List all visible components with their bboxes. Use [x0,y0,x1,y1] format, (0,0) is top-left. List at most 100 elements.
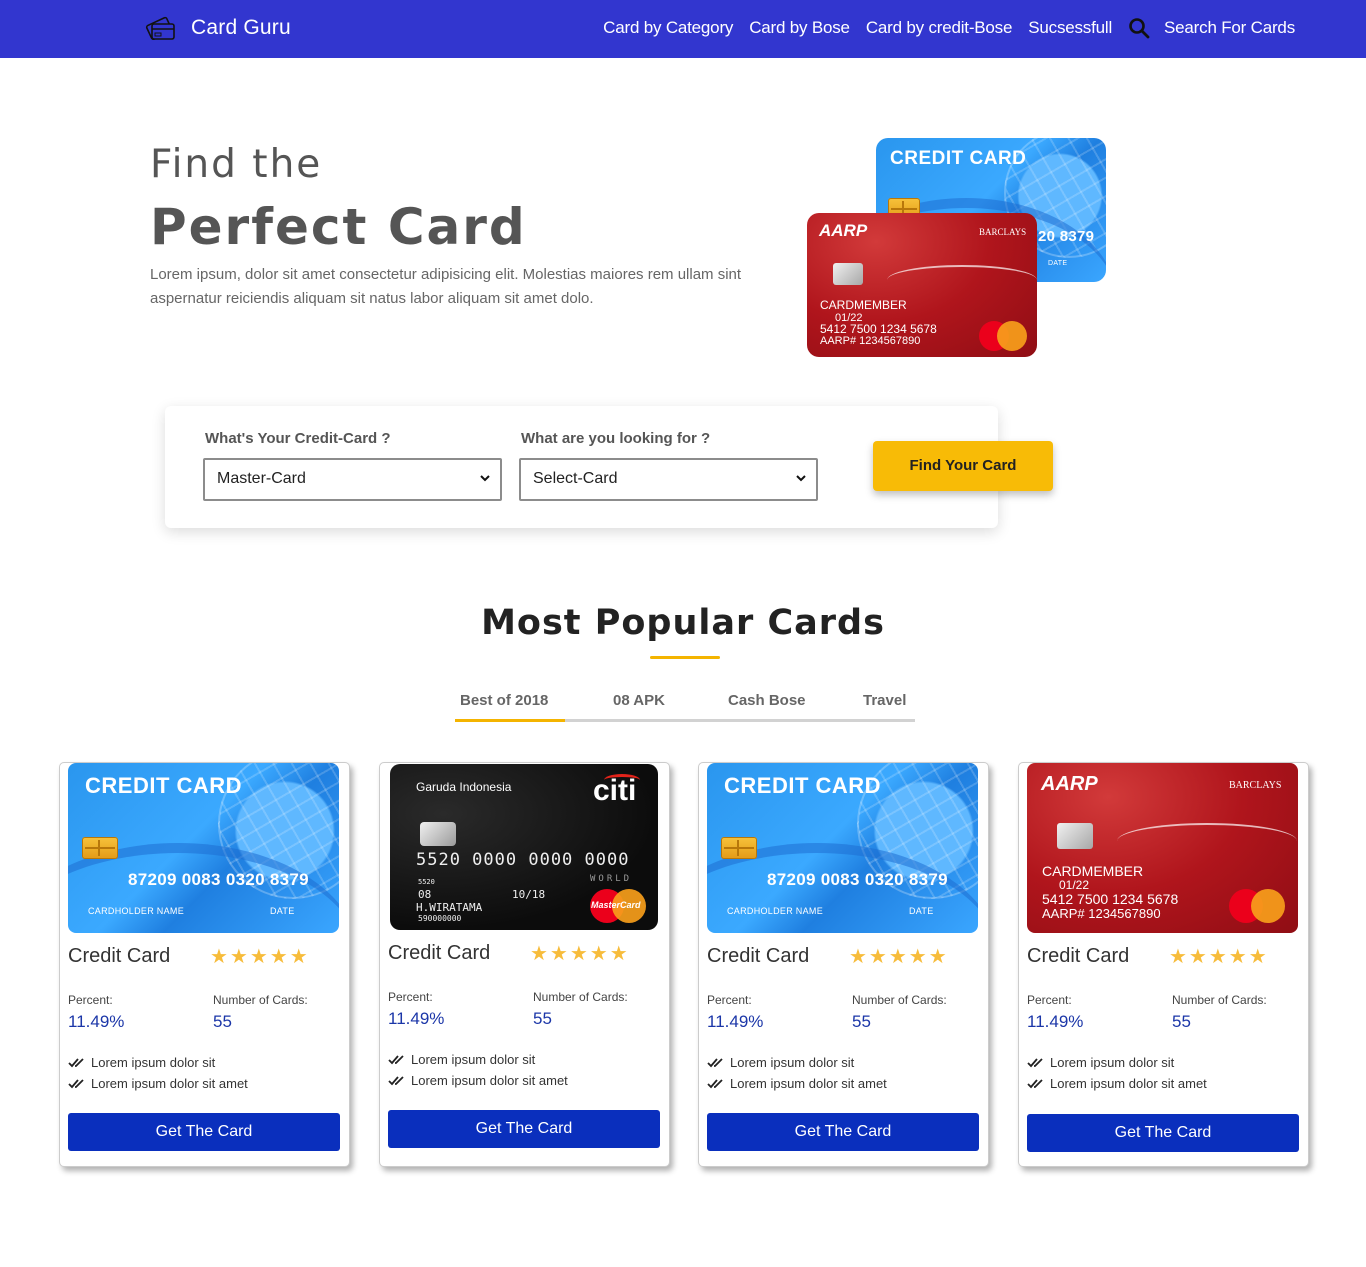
get-the-card-button[interactable]: Get The Card [388,1110,660,1148]
tab-best-of-2018[interactable]: Best of 2018 [460,692,548,709]
feature-item: Lorem ipsum dolor sit amet [68,1076,248,1091]
citi-logo: citi [593,774,637,807]
card-chip [1057,823,1093,849]
card-title: CREDIT CARD [724,773,882,798]
date-label: DATE [909,906,934,916]
card-name: Credit Card [1027,945,1130,967]
card-number: 87209 0083 0320 8379 [128,870,309,889]
blue-credit-card-image: CREDIT CARD 87209 0083 0320 8379 CARDHOL… [707,763,978,933]
feature-text: Lorem ipsum dolor sit amet [730,1076,887,1091]
cardholder-label: CARDHOLDER NAME [727,906,824,916]
gff-number: 590000000 [418,914,462,923]
percent-label: Percent: [68,993,113,1007]
category-tabs: Best of 2018 08 APK Cash Bose Travel [455,690,915,722]
looking-for-label: What are you looking for ? [521,430,711,447]
tab-08-apk[interactable]: 08 APK [613,692,665,709]
double-check-icon [1027,1058,1043,1068]
feature-text: Lorem ipsum dolor sit [411,1052,536,1067]
mastercard-logo [979,321,1029,351]
chevron-down-icon [796,475,806,482]
double-check-icon [388,1055,404,1065]
card-logo-icon [145,16,175,41]
percent-label: Percent: [388,990,433,1004]
find-your-card-button[interactable]: Find Your Card [873,441,1053,491]
card-name: Credit Card [388,942,491,964]
hero-red-aarp-card-image: AARP BARCLAYS CARDMEMBER 01/22 5412 7500… [807,213,1037,357]
brand-name: Card Guru [191,16,291,39]
brand-logo[interactable]: Card Guru [145,12,291,44]
count-value: 55 [213,1012,232,1031]
get-the-card-button[interactable]: Get The Card [1027,1114,1299,1152]
card-chip [833,263,863,285]
tab-travel[interactable]: Travel [863,692,906,709]
date-label: DATE [270,906,295,916]
count-label: Number of Cards: [533,990,628,1004]
barclays-logo: BARCLAYS [1229,780,1282,791]
hero-title-line1: Find the [150,142,323,187]
double-check-icon [68,1058,84,1068]
title-underline [650,656,720,659]
nav-card-by-credit-bose[interactable]: Card by credit-Bose [866,18,1013,38]
feature-item: Lorem ipsum dolor sit [388,1052,535,1067]
feature-text: Lorem ipsum dolor sit amet [1050,1076,1207,1091]
percent-label: Percent: [1027,993,1072,1007]
aarp-number: AARP# 1234567890 [1042,906,1161,921]
section-title: Most Popular Cards [481,603,885,643]
looking-for-value: Select-Card [533,470,618,487]
nav-search-for-cards[interactable]: Search For Cards [1164,18,1295,38]
cardmember-label: CARDMEMBER [820,298,907,312]
citi-garuda-card-image: Garuda Indonesia citi 5520 0000 0000 000… [390,764,658,930]
card-title: CREDIT CARD [890,148,1027,169]
red-aarp-card-image: AARP BARCLAYS CARDMEMBER 01/22 5412 7500… [1027,763,1298,933]
card-chip [721,837,757,859]
mastercard-text: MasterCard [591,900,641,910]
star-rating: ★★★★★ [849,946,949,968]
nav-card-by-bose[interactable]: Card by Bose [749,18,850,38]
count-value: 55 [1172,1012,1191,1031]
feature-text: Lorem ipsum dolor sit amet [411,1073,568,1088]
nav-sucsessfull[interactable]: Sucsessfull [1028,18,1112,38]
mastercard-logo [1229,889,1287,923]
credit-card-type-select[interactable]: Master-Card [203,458,502,501]
aarp-logo: AARP [819,221,868,240]
wave-graphic [1117,823,1297,859]
feature-item: Lorem ipsum dolor sit amet [1027,1076,1207,1091]
aarp-number: AARP# 1234567890 [820,335,921,347]
get-the-card-button[interactable]: Get The Card [707,1113,979,1151]
hero-title-line2: Perfect Card [150,198,527,256]
chevron-down-icon [480,475,490,482]
percent-value: 11.49% [68,1012,125,1031]
percent-value: 11.49% [1027,1012,1084,1031]
card-name: Credit Card [68,945,171,967]
card-chip [420,822,456,846]
tab-cash-bose[interactable]: Cash Bose [728,692,806,709]
cardholder-name: H.WIRATAMA [416,901,483,914]
card-number: 5520 0000 0000 0000 [416,850,630,870]
feature-item: Lorem ipsum dolor sit amet [388,1073,568,1088]
double-check-icon [707,1079,723,1089]
member-since: 08 [418,888,432,901]
percent-label: Percent: [707,993,752,1007]
search-icon[interactable] [1128,17,1150,39]
feature-item: Lorem ipsum dolor sit amet [707,1076,887,1091]
double-check-icon [707,1058,723,1068]
double-check-icon [1027,1079,1043,1089]
card-small-number: 5520 [418,878,435,886]
wave-graphic [887,265,1037,295]
valid-thru: 10/18 [512,888,546,901]
product-card: CREDIT CARD 87209 0083 0320 8379 CARDHOL… [698,762,989,1167]
feature-item: Lorem ipsum dolor sit [707,1055,854,1070]
looking-for-select[interactable]: Select-Card [519,458,818,501]
get-the-card-button[interactable]: Get The Card [68,1113,340,1151]
feature-text: Lorem ipsum dolor sit [730,1055,855,1070]
double-check-icon [388,1076,404,1086]
count-label: Number of Cards: [213,993,308,1007]
feature-text: Lorem ipsum dolor sit amet [91,1076,248,1091]
percent-value: 11.49% [388,1009,445,1028]
card-date-label: DATE [1048,260,1068,267]
cardholder-label: CARDHOLDER NAME [88,906,185,916]
count-value: 55 [852,1012,871,1031]
blue-credit-card-image: CREDIT CARD 87209 0083 0320 8379 CARDHOL… [68,763,339,933]
credit-card-type-value: Master-Card [217,470,306,487]
nav-card-by-category[interactable]: Card by Category [603,18,733,38]
